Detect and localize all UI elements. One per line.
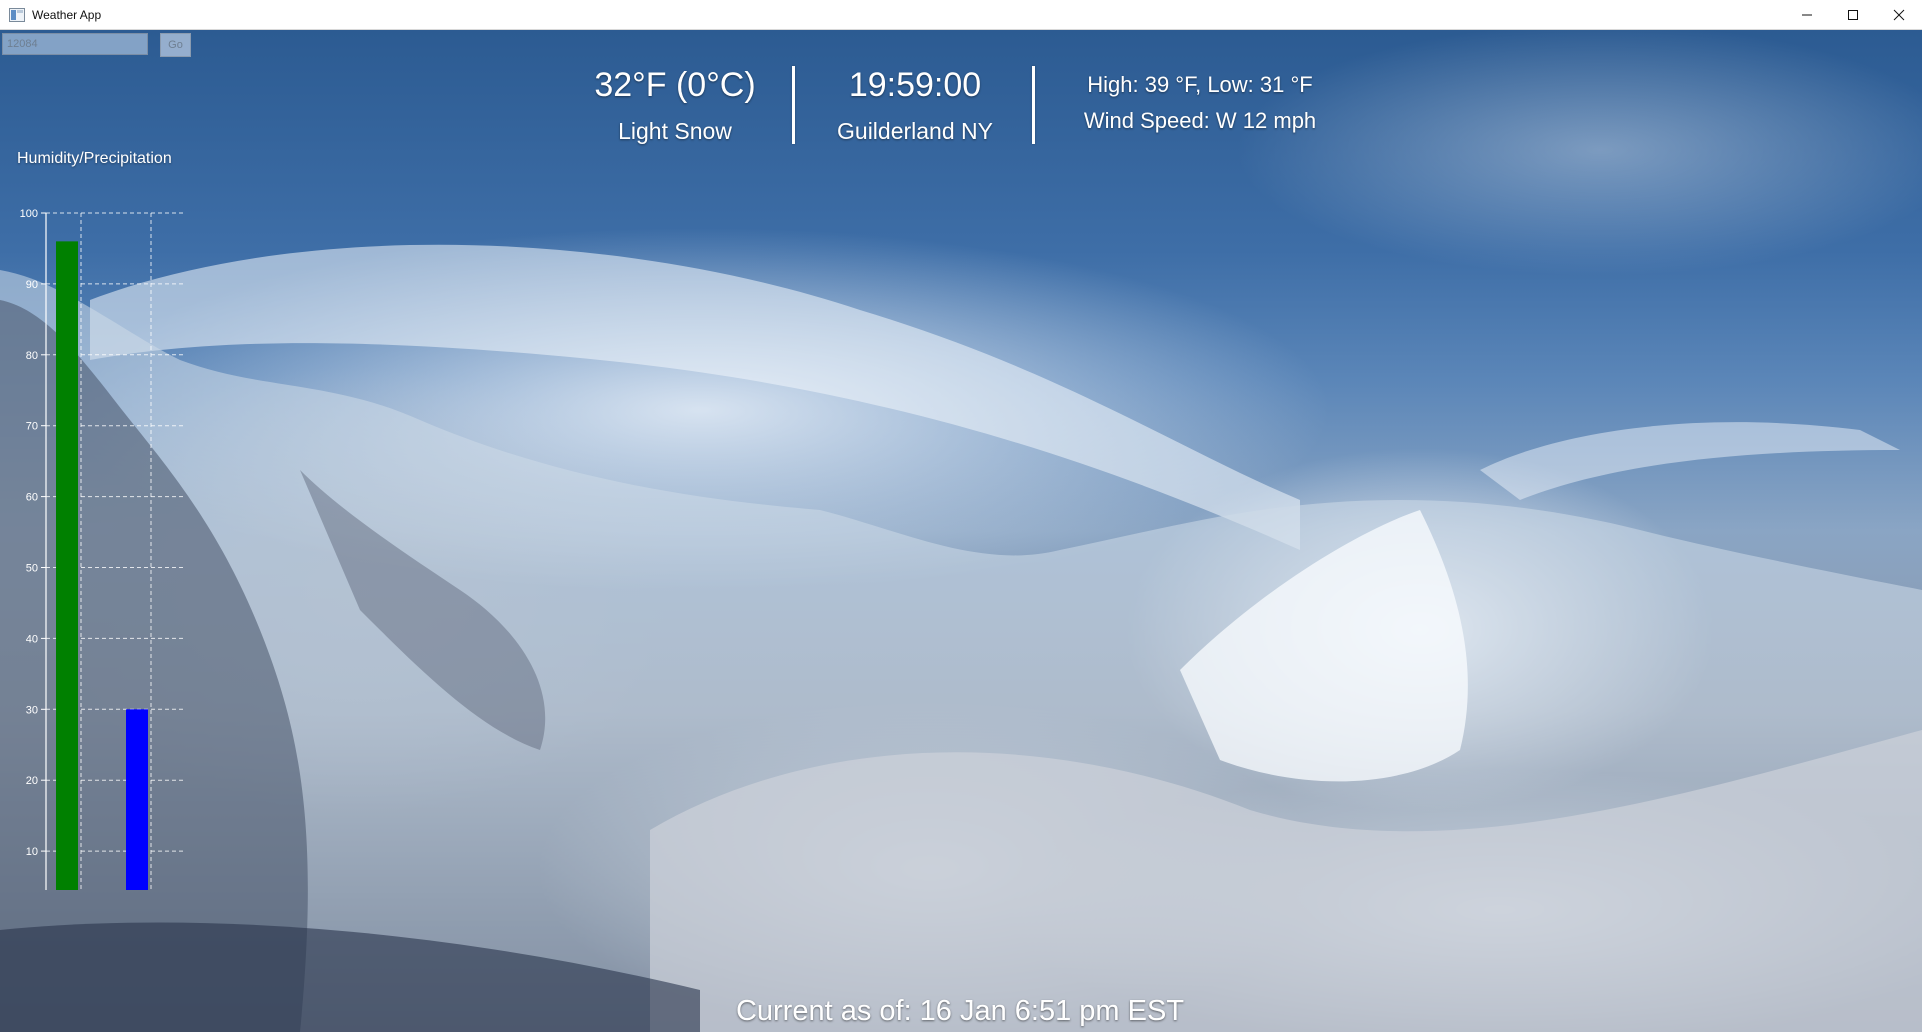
last-updated-status: Current as of: 16 Jan 6:51 pm EST [735,995,1185,1027]
minimize-icon [1802,14,1812,16]
y-tick-label: 100 [20,208,38,220]
chart-title: Humidity/Precipitation [17,150,172,167]
background-image [0,244,1922,1032]
humidity-precipitation-chart: 0102030405060708090100HumidityPreceipita… [20,208,186,890]
maximize-icon [1848,10,1858,20]
window-controls [1784,0,1922,30]
y-tick-label: 30 [26,704,38,716]
close-icon [1893,9,1905,21]
zip-code-input[interactable] [2,33,148,55]
location-name: Guilderland NY [837,118,993,144]
y-tick-label: 70 [26,421,38,433]
bar-humidity [56,241,78,890]
bar-preceipitation [126,709,148,890]
minimize-button[interactable] [1784,0,1830,30]
window-title: Weather App [32,7,102,22]
current-temperature: 32°F (0°C) [594,66,756,104]
close-button[interactable] [1876,0,1922,30]
y-tick-label: 80 [26,350,38,362]
app-icon [9,7,25,22]
wind-speed: Wind Speed: W 12 mph [1083,108,1317,133]
go-button[interactable]: Go [160,33,191,57]
weather-panel: Go 32°F (0°C) Light Snow 19:59:00 Guilde… [0,30,1922,1032]
current-time: 19:59:00 [848,66,982,104]
high-low-temperature: High: 39 °F, Low: 31 °F [1087,72,1313,97]
header-divider [1032,66,1035,144]
weather-condition: Light Snow [618,118,732,144]
maximize-button[interactable] [1830,0,1876,30]
y-tick-label: 10 [26,846,38,858]
y-tick-label: 20 [26,775,38,787]
header-divider [792,66,795,144]
y-tick-label: 90 [26,279,38,291]
window-title-bar: Weather App [0,0,1922,30]
y-tick-label: 40 [26,633,38,645]
y-tick-label: 60 [26,492,38,504]
y-tick-label: 50 [26,563,38,575]
